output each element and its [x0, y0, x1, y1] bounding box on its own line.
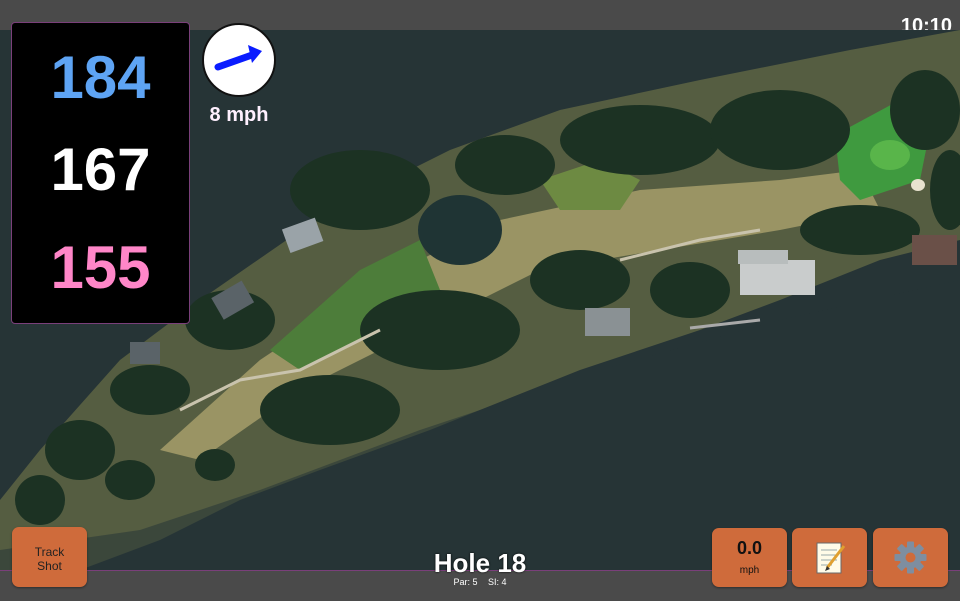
distance-panel: 184 167 155 — [11, 22, 190, 324]
track-shot-label-2: Shot — [37, 559, 62, 573]
hole-par: Par: 5 — [453, 577, 478, 587]
hole-info: Par: 5 SI: 4 — [380, 577, 580, 587]
speed-value: 0.0 — [736, 538, 763, 558]
front-distance: 155 — [50, 234, 151, 301]
wind-speed: 8 mph — [209, 104, 269, 126]
speed-button[interactable]: 0.0 mph — [712, 528, 787, 587]
middle-distance: 167 — [50, 136, 151, 203]
settings-button[interactable] — [873, 528, 948, 587]
track-shot-button[interactable]: Track Shot — [12, 527, 87, 587]
speed-unit: mph — [739, 565, 760, 576]
hole-stroke-index: SI: 4 — [488, 577, 507, 587]
notes-button[interactable] — [792, 528, 867, 587]
notepad-icon — [816, 542, 846, 574]
hole-title: Hole 18 — [433, 548, 527, 578]
track-shot-label-1: Track — [34, 545, 65, 559]
wind-arrow-icon — [214, 45, 262, 71]
back-distance: 184 — [50, 44, 151, 111]
wind-indicator — [202, 23, 276, 97]
gear-icon — [894, 541, 927, 574]
